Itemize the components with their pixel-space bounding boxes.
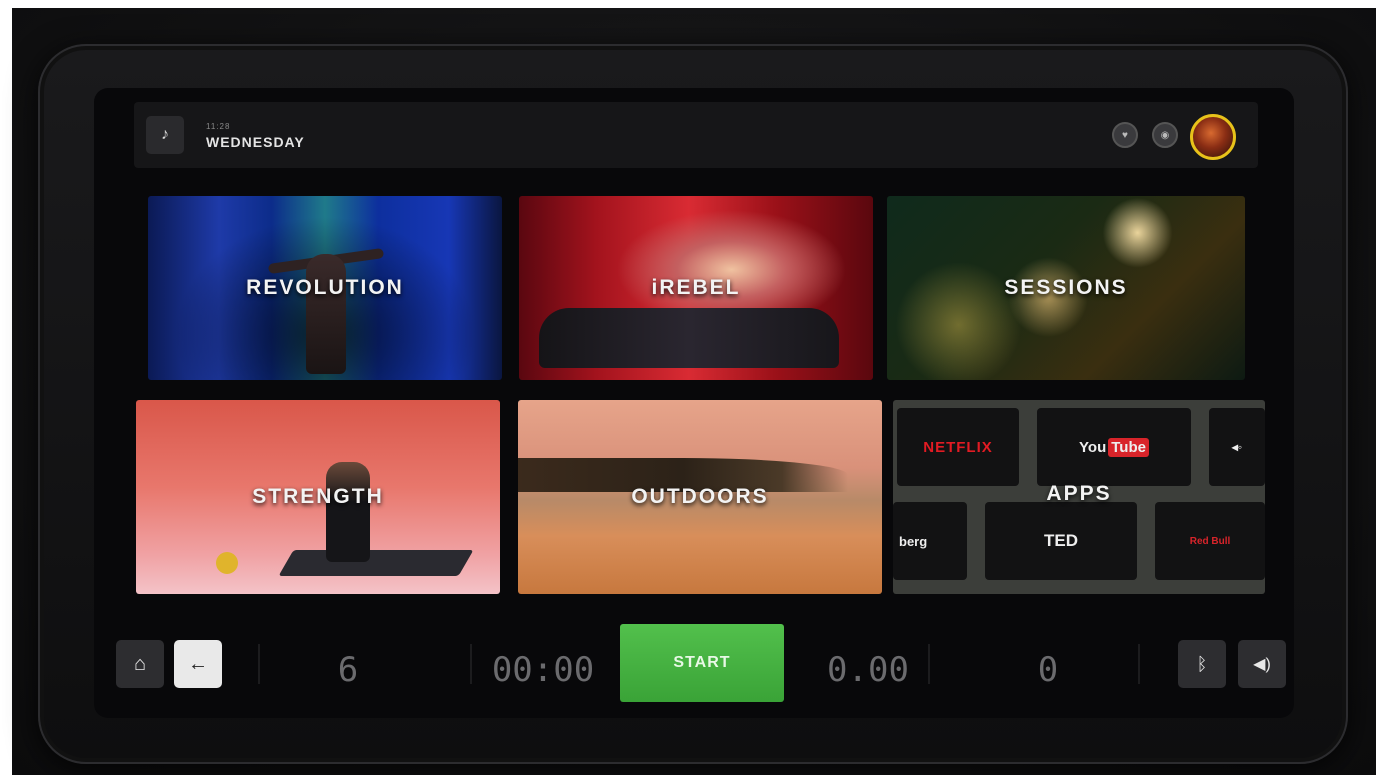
- rpm-value: 0: [1037, 650, 1059, 690]
- bloomberg-logo-text: berg: [899, 533, 928, 549]
- heart-rate-icon: ♥: [1122, 129, 1128, 141]
- tile-strength-kettlebell: [216, 552, 238, 574]
- tile-apps[interactable]: NETFLIX You Tube ◂◦ berg TED Red Bull AP…: [893, 400, 1265, 594]
- ted-logo-text: TED: [1044, 531, 1078, 550]
- app-key-netflix: NETFLIX: [897, 408, 1019, 486]
- app-key-partial: ◂◦: [1209, 408, 1265, 486]
- app-key-ted: TED: [985, 502, 1137, 580]
- day-of-week: WEDNESDAY: [206, 134, 305, 150]
- home-icon: ⌂: [133, 652, 147, 675]
- wifi-icon: ◉: [1160, 129, 1170, 141]
- tile-strength[interactable]: STRENGTH: [136, 400, 500, 594]
- distance-value: 0.00: [827, 650, 909, 690]
- redbull-logo-text: Red Bull: [1189, 535, 1231, 547]
- user-avatar[interactable]: [1190, 114, 1236, 160]
- bluetooth-icon: ᛒ: [1196, 653, 1208, 674]
- tile-strength-person: [326, 462, 370, 562]
- tile-irebel-bike: [539, 308, 839, 368]
- tile-sessions-label: SESSIONS: [1004, 276, 1128, 299]
- speaker-icon: ◀): [1253, 656, 1271, 673]
- youtube-you-text: You: [1079, 438, 1107, 456]
- bottom-bar: ⌂ ← 6 00:00 START 0.00 0 ᛒ ◀): [108, 620, 1298, 710]
- music-note-icon: ♪: [161, 126, 169, 143]
- tile-apps-label: APPS: [1046, 482, 1112, 505]
- volume-button[interactable]: ◀): [1238, 640, 1286, 688]
- tile-irebel-label: iREBEL: [651, 276, 741, 299]
- tile-revolution[interactable]: REVOLUTION: [148, 196, 502, 380]
- music-button[interactable]: ♪: [146, 116, 184, 154]
- tile-strength-mat: [278, 550, 474, 576]
- netflix-logo-text: NETFLIX: [923, 438, 993, 456]
- bluetooth-button[interactable]: ᛒ: [1178, 640, 1226, 688]
- partial-app-icon: ◂◦: [1231, 440, 1243, 454]
- tile-irebel[interactable]: iREBEL: [519, 196, 873, 380]
- home-button[interactable]: ⌂: [116, 640, 164, 688]
- tile-sessions[interactable]: SESSIONS: [887, 196, 1245, 380]
- bar-divider: [928, 644, 930, 684]
- arrow-left-icon: ←: [188, 652, 208, 675]
- youtube-tube-text: Tube: [1108, 437, 1149, 457]
- bar-divider: [258, 644, 260, 684]
- top-bar: ♪ 11:28 WEDNESDAY ♥ ◉: [134, 102, 1258, 168]
- tile-strength-label: STRENGTH: [252, 485, 384, 508]
- tile-outdoors[interactable]: OUTDOORS: [518, 400, 882, 594]
- tile-outdoors-label: OUTDOORS: [631, 485, 769, 508]
- wifi-button[interactable]: ◉: [1152, 122, 1178, 148]
- bar-divider: [470, 644, 472, 684]
- back-button[interactable]: ←: [174, 640, 222, 688]
- app-key-bloomberg: berg: [893, 502, 967, 580]
- level-value: 6: [337, 650, 359, 690]
- start-button[interactable]: START: [620, 624, 784, 702]
- time-value: 00:00: [491, 650, 595, 690]
- tile-revolution-label: REVOLUTION: [246, 276, 404, 299]
- tile-revolution-figure: [306, 254, 346, 374]
- app-key-youtube: You Tube: [1037, 408, 1191, 486]
- clock-time: 11:28: [206, 122, 231, 131]
- bar-divider: [1138, 644, 1140, 684]
- heart-rate-button[interactable]: ♥: [1112, 122, 1138, 148]
- app-key-redbull: Red Bull: [1155, 502, 1265, 580]
